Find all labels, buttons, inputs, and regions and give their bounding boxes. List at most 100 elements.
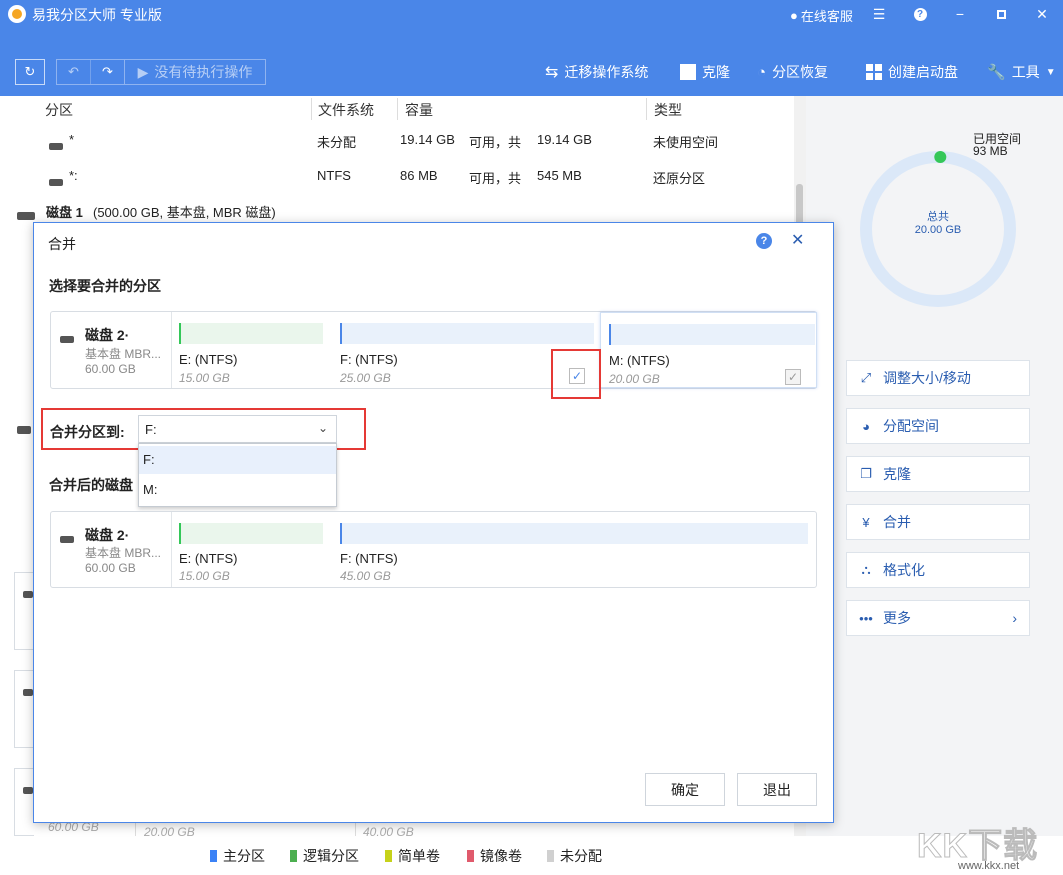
result-disk-card: 磁盘 2· 基本盘 MBR... 60.00 GB E: (NTFS) 15.0… xyxy=(50,511,817,588)
total-label: 总共 xyxy=(927,211,949,223)
bg-disk-card xyxy=(14,670,34,748)
section-after-merge: 合并后的磁盘 xyxy=(49,477,133,493)
result-partition-f[interactable]: F: (NTFS) 45.00 GB xyxy=(340,512,810,587)
clone-icon: ❐ xyxy=(860,466,872,481)
legend-item: 简单卷 xyxy=(385,846,440,866)
legend-item: 镜像卷 xyxy=(467,846,522,866)
section-select-partitions: 选择要合并的分区 xyxy=(49,278,161,294)
history-group: ↶ ↷ ▶ 没有待执行操作 xyxy=(56,59,266,85)
highlight-box xyxy=(551,349,601,399)
more-icon: ••• xyxy=(859,610,873,626)
total-value: 20.00 GB xyxy=(914,224,962,236)
col-header-capacity[interactable]: 容量 xyxy=(405,100,433,120)
app-logo-icon xyxy=(8,5,26,23)
partition-bar xyxy=(179,523,323,544)
more-button[interactable]: ••• 更多 › xyxy=(846,600,1030,636)
bg-size-text: 40.00 GB xyxy=(363,825,414,839)
online-support-button[interactable]: ● 在线客服 xyxy=(790,6,853,25)
wrench-icon: 🔧 xyxy=(987,64,1006,81)
col-header-type[interactable]: 类型 xyxy=(654,100,682,120)
merge-to-label: 合并分区到: xyxy=(50,424,125,440)
migrate-os-button[interactable]: ⇆ 迁移操作系统 xyxy=(545,62,648,82)
create-boot-disk-button[interactable]: 创建启动盘 xyxy=(866,62,958,82)
table-row[interactable]: *: NTFS 86 MB 可用，共 545 MB 还原分区 xyxy=(0,162,794,190)
undo-icon: ↶ xyxy=(68,64,79,79)
table-row[interactable]: * 未分配 19.14 GB 可用，共 19.14 GB 未使用空间 xyxy=(0,126,794,154)
resize-icon: ⤢ xyxy=(860,370,872,385)
help-icon[interactable]: ? xyxy=(905,0,935,28)
disk-icon xyxy=(60,536,74,543)
allocate-space-button[interactable]: ◕ 分配空间 xyxy=(846,408,1030,444)
toolbar: ↻ ↶ ↷ ▶ 没有待执行操作 ⇆ 迁移操作系统 克隆 ◔ 分区恢复 创建启动盘… xyxy=(0,28,1063,96)
disk-size: 60.00 GB xyxy=(85,561,136,575)
headset-icon: ● xyxy=(790,8,798,23)
watermark-url: www.kkx.net xyxy=(958,860,1020,872)
refresh-icon: ↻ xyxy=(24,64,36,79)
col-header-partition[interactable]: 分区 xyxy=(45,100,73,120)
play-icon: ▶ xyxy=(137,63,149,80)
chevron-right-icon: › xyxy=(1012,610,1017,626)
format-button[interactable]: ⛬ 格式化 xyxy=(846,552,1030,588)
pie-icon: ◕ xyxy=(862,418,870,434)
exit-button[interactable]: 退出 xyxy=(737,773,817,806)
windows-icon xyxy=(866,64,882,80)
ok-button[interactable]: 确定 xyxy=(645,773,725,806)
option-m[interactable]: M: xyxy=(139,476,336,504)
refresh-button[interactable]: ↻ xyxy=(15,59,45,85)
disk-name: 磁盘 2· xyxy=(85,327,130,343)
merge-to-select[interactable]: F: ⌄ xyxy=(138,415,337,443)
undo-button[interactable]: ↶ xyxy=(57,60,91,84)
partition-bar xyxy=(179,323,323,344)
chevron-down-icon: ⌄ xyxy=(317,421,328,435)
title-bar: 易我分区大师 专业版 ● 在线客服 ☰ ? − ✕ xyxy=(0,0,1063,28)
bg-size-text: 20.00 GB xyxy=(144,825,195,839)
disk-row[interactable]: 磁盘 1 (500.00 GB, 基本盘, MBR 磁盘) xyxy=(0,198,794,222)
used-space-value: 93 MB xyxy=(973,144,1008,158)
source-disk-card: 磁盘 2· 基本盘 MBR... 60.00 GB E: (NTFS) 15.0… xyxy=(50,311,817,389)
format-icon: ⛬ xyxy=(861,562,871,577)
legend-item: 逻辑分区 xyxy=(290,846,359,866)
clone-toolbar-button[interactable]: 克隆 xyxy=(680,62,730,82)
legend-item: 未分配 xyxy=(547,846,602,866)
clone-button[interactable]: ❐ 克隆 xyxy=(846,456,1030,492)
clone-icon xyxy=(680,64,696,80)
result-partition-e[interactable]: E: (NTFS) 15.00 GB xyxy=(179,512,329,587)
redo-icon: ↷ xyxy=(102,64,113,79)
disk-icon xyxy=(60,336,74,343)
disk-icon xyxy=(17,426,31,434)
menu-icon[interactable]: ☰ xyxy=(864,0,894,28)
merge-to-options: F: M: xyxy=(138,443,337,507)
used-space-marker xyxy=(934,151,947,163)
chevron-down-icon: ▼ xyxy=(1045,66,1056,78)
tools-menu-button[interactable]: 🔧 工具 ▼ xyxy=(987,62,1056,82)
disk-icon xyxy=(17,212,35,220)
bg-disk-card xyxy=(14,572,34,650)
help-icon[interactable]: ? xyxy=(756,233,772,249)
partition-m[interactable]: M: (NTFS) 20.00 GB ✓ xyxy=(600,312,817,388)
close-icon[interactable]: ✕ xyxy=(791,230,804,250)
col-header-filesystem[interactable]: 文件系统 xyxy=(318,100,374,120)
disk-type: 基本盘 MBR... xyxy=(85,546,162,560)
apply-pending-button[interactable]: ▶ 没有待执行操作 xyxy=(125,60,265,84)
maximize-icon[interactable] xyxy=(986,0,1016,28)
partition-e[interactable]: E: (NTFS) 15.00 GB xyxy=(179,312,329,388)
partition-m-checkbox[interactable]: ✓ xyxy=(785,369,801,385)
redo-button[interactable]: ↷ xyxy=(91,60,125,84)
recovery-icon: ◔ xyxy=(757,63,767,81)
app-title: 易我分区大师 专业版 xyxy=(32,7,162,23)
partition-icon xyxy=(49,143,63,150)
merge-dialog: 合并 ? ✕ 选择要合并的分区 磁盘 2· 基本盘 MBR... 60.00 G… xyxy=(33,222,834,823)
partition-bar xyxy=(340,523,808,544)
bg-disk-card xyxy=(14,768,34,836)
partition-icon xyxy=(49,179,63,186)
merge-button[interactable]: ¥ 合并 xyxy=(846,504,1030,540)
option-f[interactable]: F: xyxy=(139,446,336,474)
close-icon[interactable]: ✕ xyxy=(1027,0,1057,28)
resize-move-button[interactable]: ⤢ 调整大小/移动 xyxy=(846,360,1030,396)
partition-recovery-button[interactable]: ◔ 分区恢复 xyxy=(757,62,828,82)
disk-name: 磁盘 2· xyxy=(85,527,130,543)
disk-size: 60.00 GB xyxy=(85,362,136,376)
disk-type: 基本盘 MBR... xyxy=(85,347,162,361)
minimize-icon[interactable]: − xyxy=(945,0,975,28)
dialog-title: 合并 xyxy=(48,236,76,252)
